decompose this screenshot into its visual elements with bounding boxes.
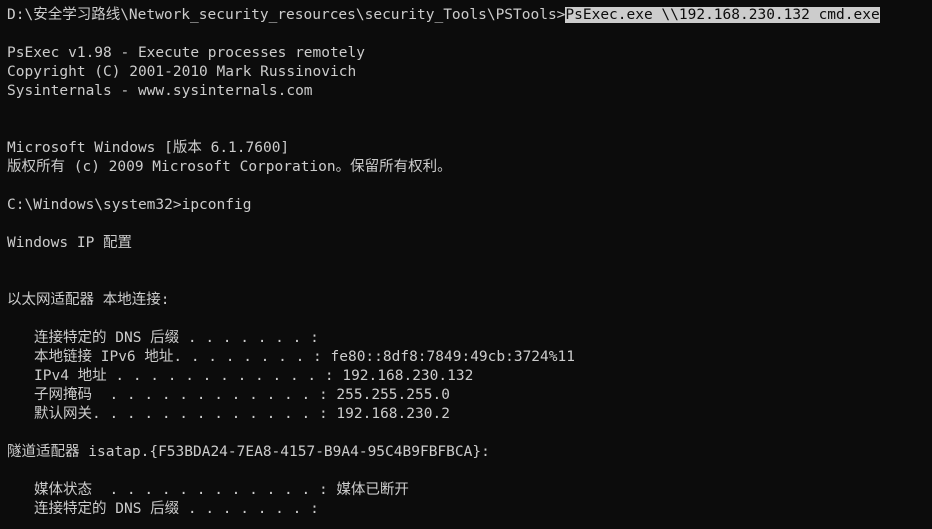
psexec-title: PsExec v1.98 - Execute processes remotel… — [7, 45, 365, 61]
adapter1-gateway: 默认网关. . . . . . . . . . . . . : 192.168.… — [34, 406, 450, 422]
adapter2-dns-suffix: 连接特定的 DNS 后缀 . . . . . . . : — [34, 501, 319, 517]
adapter1-ipv6: 本地链接 IPv6 地址. . . . . . . . : fe80::8df8… — [34, 349, 575, 365]
command-prompt: D:\安全学习路线\Network_security_resources\sec… — [7, 7, 566, 23]
remote-os-copyright: 版权所有 (c) 2009 Microsoft Corporation。保留所有… — [7, 159, 452, 175]
ip-config-title: Windows IP 配置 — [7, 235, 133, 251]
psexec-site: Sysinternals - www.sysinternals.com — [7, 83, 313, 99]
adapter2-media-state: 媒体状态 . . . . . . . . . . . . : 媒体已断开 — [34, 482, 409, 498]
command-line: D:\安全学习路线\Network_security_resources\sec… — [7, 6, 932, 25]
adapter1-header: 以太网适配器 本地连接: — [7, 292, 170, 308]
remote-prompt-command: C:\Windows\system32>ipconfig — [7, 197, 252, 213]
terminal-window[interactable]: D:\安全学习路线\Network_security_resources\sec… — [0, 0, 932, 529]
adapter1-ipv4: IPv4 地址 . . . . . . . . . . . . : 192.16… — [34, 368, 474, 384]
selected-command-text[interactable]: PsExec.exe \\192.168.230.132 cmd.exe — [565, 7, 880, 23]
remote-os-version: Microsoft Windows [版本 6.1.7600] — [7, 140, 290, 156]
adapter1-subnet: 子网掩码 . . . . . . . . . . . . : 255.255.2… — [34, 387, 450, 403]
psexec-copyright: Copyright (C) 2001-2010 Mark Russinovich — [7, 64, 357, 80]
adapter1-dns-suffix: 连接特定的 DNS 后缀 . . . . . . . : — [34, 330, 319, 346]
adapter2-header: 隧道适配器 isatap.{F53BDA24-7EA8-4157-B9A4-95… — [7, 444, 490, 460]
